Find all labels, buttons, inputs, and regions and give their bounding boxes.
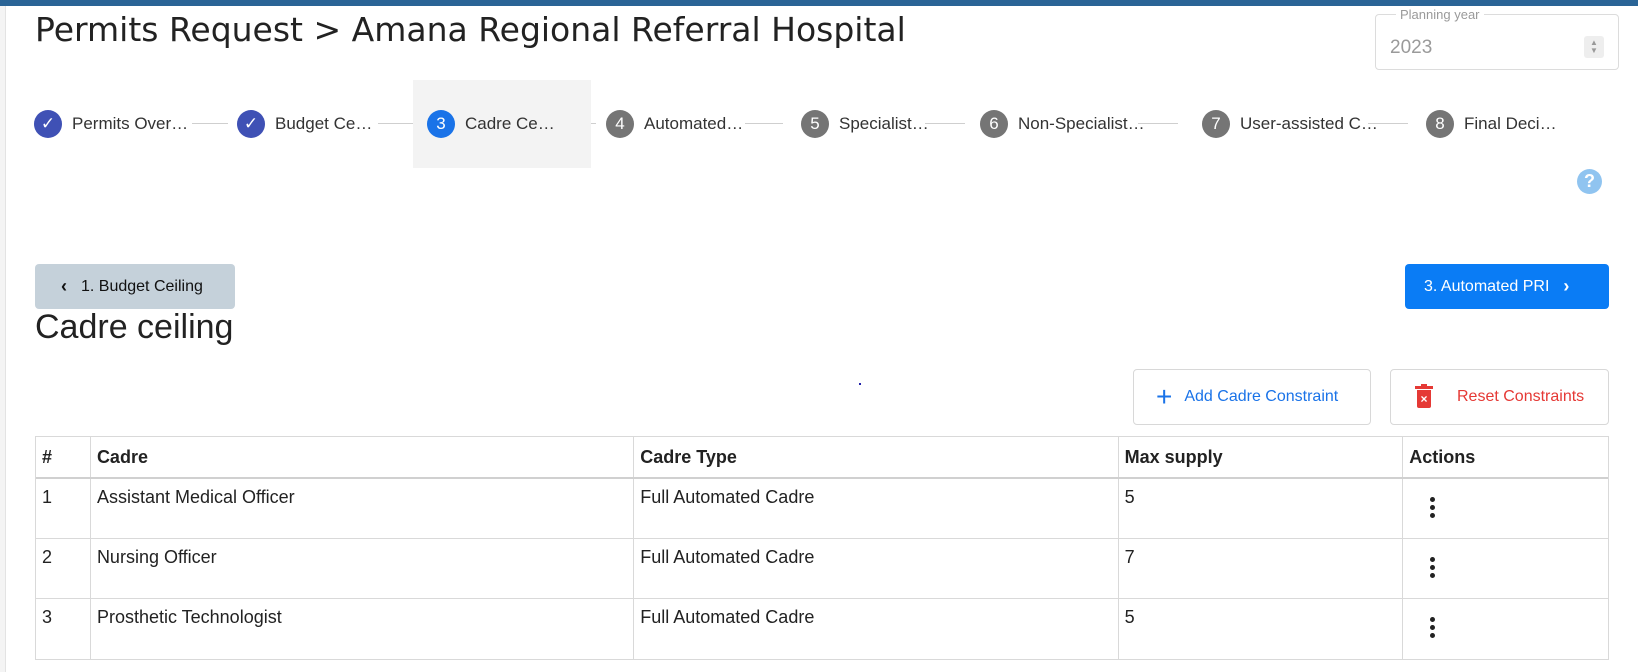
step-permits-overview[interactable]: ✓ Permits Over… [20, 80, 188, 168]
table-row: 3 Prosthetic Technologist Full Automated… [36, 599, 1608, 659]
step-label: Final Deci… [1464, 114, 1557, 133]
step-label: Non-Specialist… [1018, 114, 1145, 133]
reset-button-label: Reset Constraints [1457, 388, 1585, 405]
step-connector [378, 123, 414, 124]
reset-constraints-button[interactable]: × Reset Constraints [1390, 369, 1609, 425]
step-label: Budget Ce… [275, 114, 373, 133]
step-number: 4 [606, 110, 634, 138]
stepper: ✓ Permits Over… ✓ Budget Ce… 3 Cadre Ce…… [20, 80, 1620, 168]
column-header: Actions [1409, 447, 1476, 467]
check-icon: ✓ [34, 110, 62, 138]
step-label: Automated… [644, 114, 744, 133]
column-header[interactable]: Cadre [91, 437, 635, 477]
cadre-cell: Nursing Officer [91, 539, 635, 598]
step-label: User-assisted C… [1240, 114, 1378, 133]
step-final-decision[interactable]: 8 Final Deci… [1412, 80, 1577, 168]
cadre-cell: Prosthetic Technologist [91, 599, 635, 659]
step-label: Permits Over… [72, 114, 189, 133]
step-number: 6 [980, 110, 1008, 138]
table-row: 2 Nursing Officer Full Automated Cadre 7 [36, 539, 1608, 599]
back-button-label: 1. Budget Ceiling [81, 277, 203, 295]
max-supply-cell: 5 [1119, 599, 1404, 659]
help-icon[interactable]: ? [1577, 169, 1602, 194]
table-header-row: # Cadre Cadre Type Max supply Actions [36, 437, 1608, 479]
step-user-assisted[interactable]: 7 User-assisted C… [1188, 80, 1378, 168]
next-button[interactable]: 3. Automated PRI › [1405, 264, 1609, 309]
add-button-label: Add Cadre Constraint [1184, 388, 1339, 405]
planning-year-field[interactable]: Planning year 2023 ▲ ▼ [1375, 7, 1619, 70]
step-label: Cadre Ce… [465, 114, 555, 133]
more-vert-icon[interactable] [1427, 557, 1437, 578]
column-header[interactable]: Cadre Type [634, 437, 1119, 477]
step-non-specialist[interactable]: 6 Non-Specialist… [966, 80, 1145, 168]
add-cadre-constraint-button[interactable]: + Add Cadre Constraint [1133, 369, 1371, 425]
back-button[interactable]: ‹ 1. Budget Ceiling [35, 264, 235, 309]
row-number: 3 [36, 599, 91, 659]
row-number: 2 [36, 539, 91, 598]
step-specialist[interactable]: 5 Specialist… [787, 80, 929, 168]
step-number: 8 [1426, 110, 1454, 138]
actions-cell [1403, 479, 1608, 538]
column-header[interactable]: # [36, 437, 91, 477]
step-number: 7 [1202, 110, 1230, 138]
cadre-type-cell: Full Automated Cadre [634, 479, 1119, 538]
cadre-type-cell: Full Automated Cadre [634, 539, 1119, 598]
column-header[interactable]: Max supply [1119, 437, 1404, 477]
step-number: 5 [801, 110, 829, 138]
cadre-type-cell: Full Automated Cadre [634, 599, 1119, 659]
cadre-cell: Assistant Medical Officer [91, 479, 635, 538]
top-accent-bar [0, 0, 1638, 6]
step-connector [745, 123, 783, 124]
row-number: 1 [36, 479, 91, 538]
step-label: Specialist… [839, 114, 929, 133]
left-rail [0, 6, 6, 672]
spinner-icon[interactable]: ▲ ▼ [1584, 36, 1604, 58]
step-automated[interactable]: 4 Automated… [592, 80, 744, 168]
chevron-right-icon: › [1563, 276, 1570, 296]
actions-cell [1403, 599, 1608, 659]
step-number: 3 [427, 110, 455, 138]
page-title: Permits Request > Amana Regional Referra… [35, 10, 906, 49]
chevron-left-icon: ‹ [61, 276, 67, 296]
more-vert-icon[interactable] [1427, 617, 1437, 638]
step-connector [925, 123, 965, 124]
section-title: Cadre ceiling [35, 308, 234, 346]
planning-year-value[interactable]: 2023 [1390, 37, 1432, 59]
step-cadre-ceiling[interactable]: 3 Cadre Ce… [413, 80, 591, 168]
max-supply-cell: 7 [1119, 539, 1404, 598]
check-icon: ✓ [237, 110, 265, 138]
max-supply-cell: 5 [1119, 479, 1404, 538]
step-budget-ceiling[interactable]: ✓ Budget Ce… [223, 80, 381, 168]
actions-cell [1403, 539, 1608, 598]
plus-icon: + [1156, 381, 1173, 412]
table-row: 1 Assistant Medical Officer Full Automat… [36, 479, 1608, 539]
planning-year-label: Planning year [1396, 7, 1484, 22]
stray-dot [859, 383, 861, 385]
next-button-label: 3. Automated PRI [1424, 277, 1550, 295]
trash-icon: × [1415, 384, 1433, 408]
more-vert-icon[interactable] [1427, 497, 1437, 518]
cadre-table: # Cadre Cadre Type Max supply Actions 1 … [35, 436, 1609, 660]
